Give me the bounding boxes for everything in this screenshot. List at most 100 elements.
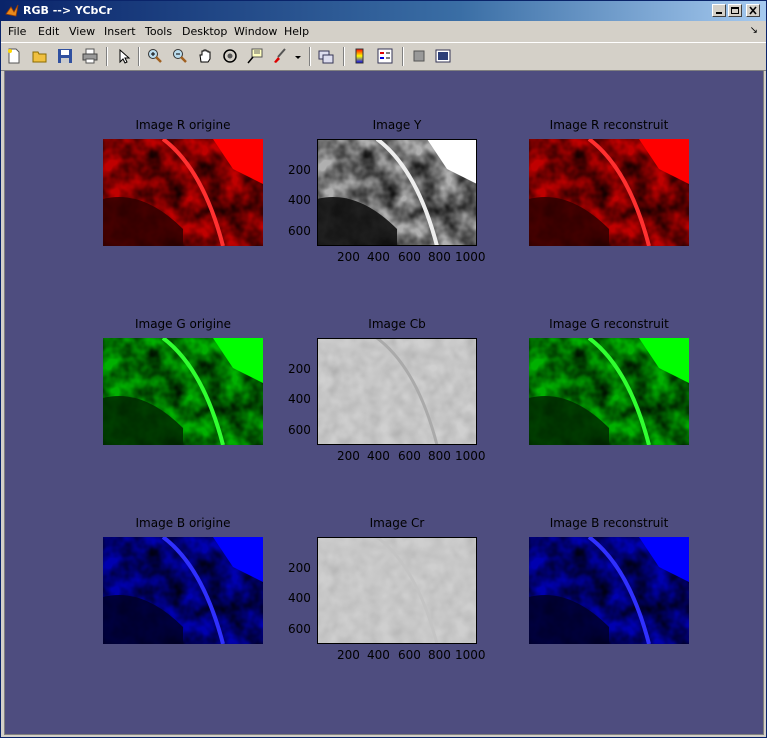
- minimize-icon: [716, 12, 722, 14]
- xtick-label: 200: [337, 449, 360, 463]
- ytick-label: 400: [288, 591, 311, 605]
- open-button[interactable]: [31, 47, 51, 65]
- xtick-label: 800: [428, 250, 451, 264]
- rotate-3d-icon: [223, 49, 237, 63]
- ytick-label: 400: [288, 392, 311, 406]
- chevron-down-icon: [295, 56, 301, 59]
- xtick-label: 800: [428, 449, 451, 463]
- xtick-label: 600: [398, 250, 421, 264]
- brush-button[interactable]: [271, 47, 291, 65]
- image-g-reconstructed: [529, 338, 689, 445]
- brush-dropdown[interactable]: [293, 47, 303, 65]
- title-b-reconstructed: Image B reconstruit: [549, 516, 669, 530]
- maximize-button[interactable]: [728, 4, 742, 17]
- zoom-in-button[interactable]: [146, 47, 166, 65]
- image-y: [317, 139, 477, 246]
- show-plot-tools-icon: [435, 49, 451, 63]
- xtick-label: 200: [337, 648, 360, 662]
- menu-help[interactable]: Help: [284, 25, 309, 38]
- show-plot-tools-button[interactable]: [434, 47, 454, 65]
- pan-button[interactable]: [196, 47, 216, 65]
- toolbar-separator: [402, 47, 404, 66]
- menu-desktop[interactable]: Desktop: [182, 25, 227, 38]
- menu-insert[interactable]: Insert: [104, 25, 136, 38]
- title-cr: Image Cr: [369, 516, 425, 530]
- image-g-origin: [103, 338, 263, 445]
- matlab-icon: [5, 4, 19, 17]
- maximize-icon: [731, 7, 739, 14]
- title-bar: RGB --> YCbCr: [1, 1, 766, 21]
- rotate-3d-button[interactable]: [221, 47, 241, 65]
- minimize-button[interactable]: [712, 4, 726, 17]
- figure-toolbar: [1, 42, 766, 71]
- toolbar-separator: [309, 47, 311, 66]
- link-plot-icon: [318, 50, 334, 64]
- new-file-button[interactable]: [5, 47, 25, 65]
- menu-tools[interactable]: Tools: [145, 25, 172, 38]
- brush-icon: [274, 48, 286, 63]
- xtick-label: 400: [367, 250, 390, 264]
- ytick-label: 600: [288, 622, 311, 636]
- close-icon: [749, 6, 757, 15]
- xtick-label: 1000: [455, 648, 486, 662]
- image-b-reconstructed: [529, 537, 689, 644]
- image-r-reconstructed: [529, 139, 689, 246]
- xtick-label: 1000: [455, 449, 486, 463]
- legend-button[interactable]: [376, 47, 396, 65]
- ytick-label: 200: [288, 163, 311, 177]
- save-button[interactable]: [56, 47, 76, 65]
- new-file-icon: [8, 48, 20, 64]
- menu-edit[interactable]: Edit: [38, 25, 59, 38]
- title-g-reconstructed: Image G reconstruit: [549, 317, 669, 331]
- title-b-origin: Image B origine: [135, 516, 231, 530]
- link-plot-button[interactable]: [317, 47, 337, 65]
- xtick-label: 400: [367, 449, 390, 463]
- colorbar-button[interactable]: [351, 47, 371, 65]
- xtick-label: 1000: [455, 250, 486, 264]
- title-r-origin: Image R origine: [135, 118, 231, 132]
- menu-view[interactable]: View: [69, 25, 95, 38]
- hide-plot-tools-icon: [413, 50, 425, 62]
- data-cursor-button[interactable]: [246, 47, 266, 65]
- data-cursor-icon: [247, 48, 263, 64]
- select-button[interactable]: [114, 47, 134, 65]
- ytick-label: 600: [288, 224, 311, 238]
- toolbar-separator: [106, 47, 108, 66]
- image-cb: [317, 338, 477, 445]
- print-button[interactable]: [81, 47, 101, 65]
- print-icon: [82, 48, 98, 64]
- figure-canvas[interactable]: Image R origine Image Y Image R reconstr…: [4, 70, 764, 735]
- toolbar-separator: [343, 47, 345, 66]
- title-r-reconstructed: Image R reconstruit: [549, 118, 669, 132]
- image-b-origin: [103, 537, 263, 644]
- ytick-label: 400: [288, 193, 311, 207]
- ytick-label: 200: [288, 362, 311, 376]
- menu-file[interactable]: File: [8, 25, 26, 38]
- title-g-origin: Image G origine: [134, 317, 232, 331]
- zoom-in-icon: [148, 49, 162, 63]
- dock-arrow-icon[interactable]: ↘: [750, 25, 758, 36]
- xtick-label: 200: [337, 250, 360, 264]
- xtick-label: 600: [398, 648, 421, 662]
- figure-window: RGB --> YCbCr File Edit View Insert Tool…: [0, 0, 767, 738]
- zoom-out-icon: [173, 49, 187, 63]
- close-button[interactable]: [746, 4, 760, 17]
- xtick-label: 800: [428, 648, 451, 662]
- ytick-label: 200: [288, 561, 311, 575]
- menu-bar: File Edit View Insert Tools Desktop Wind…: [1, 22, 766, 41]
- hide-plot-tools-button[interactable]: [410, 47, 430, 65]
- zoom-out-button[interactable]: [171, 47, 191, 65]
- title-y: Image Y: [372, 118, 422, 132]
- image-cr: [317, 537, 477, 644]
- pan-icon: [199, 49, 211, 63]
- xtick-label: 400: [367, 648, 390, 662]
- window-title: RGB --> YCbCr: [23, 4, 112, 17]
- colorbar-icon: [355, 48, 364, 64]
- image-r-origin: [103, 139, 263, 246]
- menu-window[interactable]: Window: [234, 25, 277, 38]
- ytick-label: 600: [288, 423, 311, 437]
- title-cb: Image Cb: [368, 317, 426, 331]
- xtick-label: 600: [398, 449, 421, 463]
- pointer-icon: [119, 48, 131, 64]
- toolbar-separator: [138, 47, 140, 66]
